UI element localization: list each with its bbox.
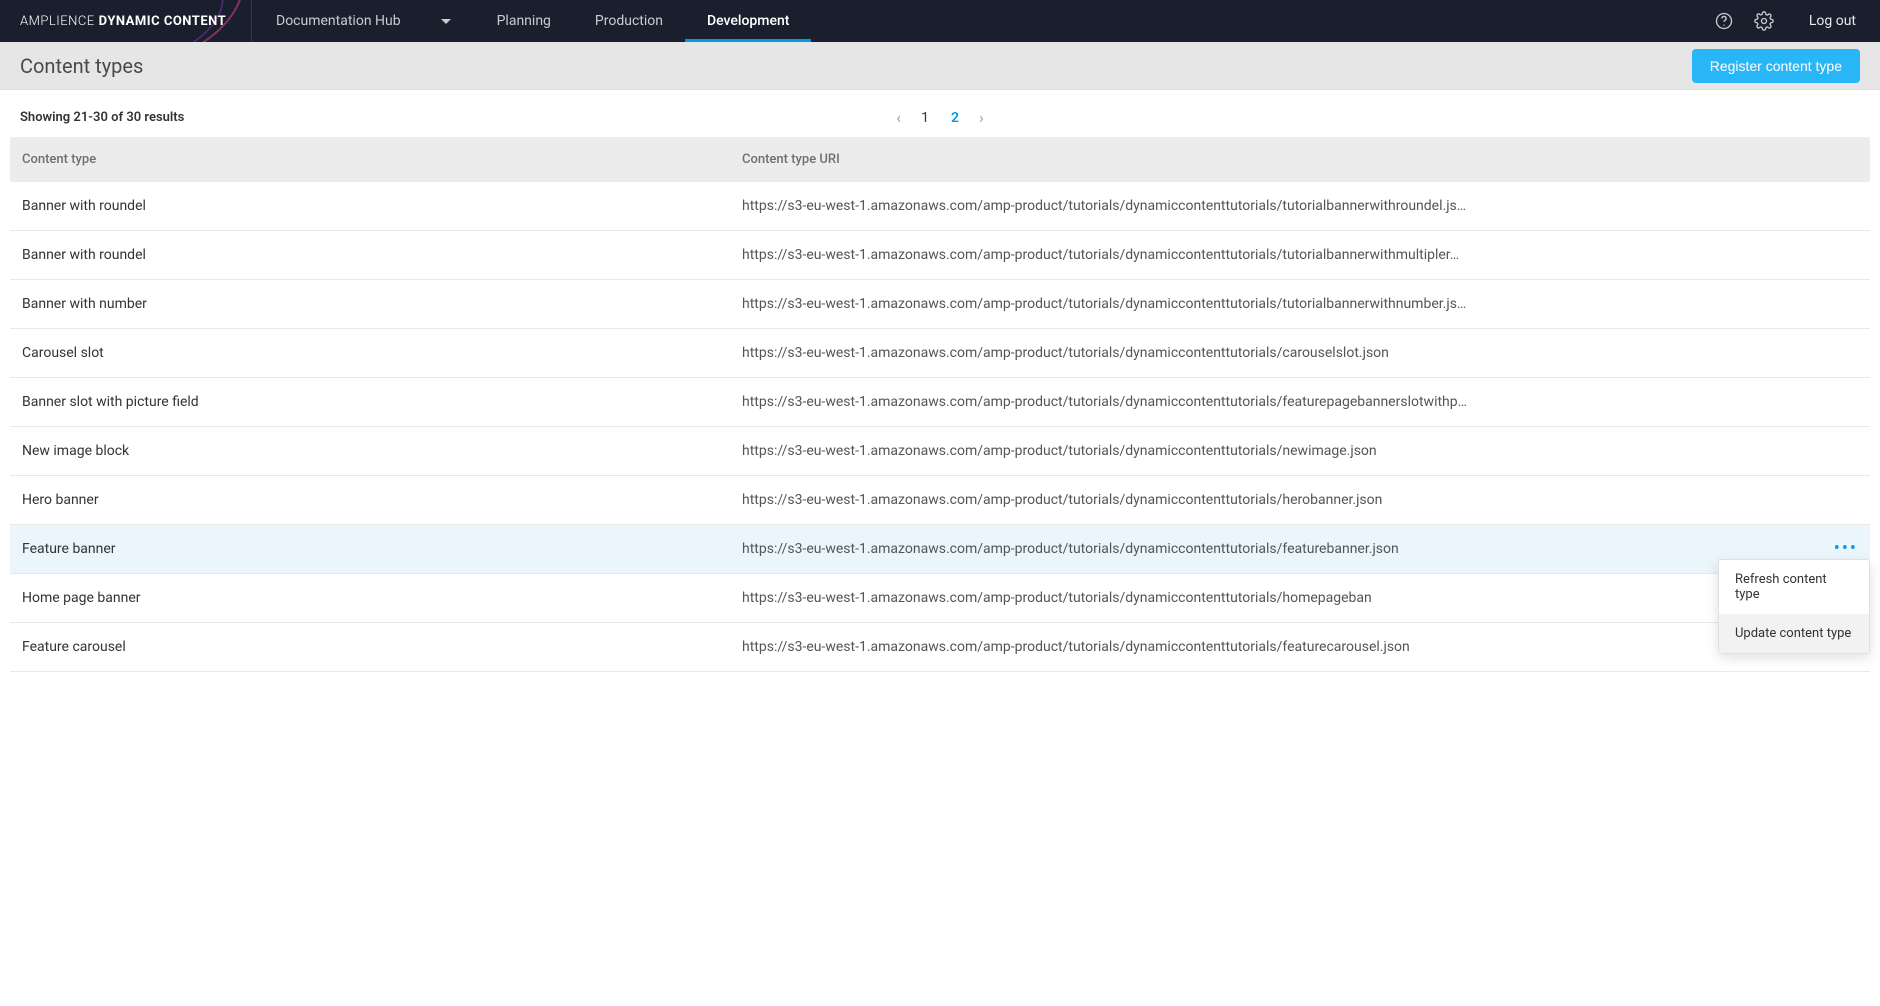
nav-tab-label: Development [707,13,789,29]
row-uri: https://s3-eu-west-1.amazonaws.com/amp-p… [742,639,1818,655]
table-row[interactable]: Banner with roundelhttps://s3-eu-west-1.… [10,182,1870,231]
nav-tab-label: Planning [497,13,551,29]
nav-tab-production[interactable]: Production [573,0,685,42]
row-name: Banner with number [22,296,742,312]
table-header-actions [1818,152,1858,167]
table-row[interactable]: Banner with numberhttps://s3-eu-west-1.a… [10,280,1870,329]
row-name: Carousel slot [22,345,742,361]
table-header-name: Content type [22,152,742,167]
table-row[interactable]: Home page bannerhttps://s3-eu-west-1.ama… [10,574,1870,623]
table-row[interactable]: Carousel slothttps://s3-eu-west-1.amazon… [10,329,1870,378]
table-row[interactable]: Feature carouselhttps://s3-eu-west-1.ama… [10,623,1870,672]
top-bar: AMPLIENCE DYNAMIC CONTENT Documentation … [0,0,1880,42]
table-row[interactable]: Hero bannerhttps://s3-eu-west-1.amazonaw… [10,476,1870,525]
nav-tab-planning[interactable]: Planning [475,0,573,42]
row-name: Home page banner [22,590,742,606]
pager-prev-icon[interactable]: ‹ [896,108,901,127]
nav-tabs: Planning Production Development [475,0,812,42]
table-row[interactable]: New image blockhttps://s3-eu-west-1.amaz… [10,427,1870,476]
pager-next-icon[interactable]: › [979,108,984,127]
row-actions: ••• [1818,540,1858,558]
row-uri: https://s3-eu-west-1.amazonaws.com/amp-p… [742,345,1818,361]
page-title: Content types [20,54,143,78]
more-actions-icon[interactable]: ••• [1834,540,1858,558]
logout-link[interactable]: Log out [1793,13,1856,29]
table-row[interactable]: Banner with roundelhttps://s3-eu-west-1.… [10,231,1870,280]
register-content-type-button[interactable]: Register content type [1692,49,1860,83]
row-name: Hero banner [22,492,742,508]
hub-selector[interactable]: Documentation Hub [252,0,475,42]
context-menu-item-refresh-content-type[interactable]: Refresh content type [1719,560,1869,614]
row-name: New image block [22,443,742,459]
row-name: Banner with roundel [22,247,742,263]
row-name: Feature banner [22,541,742,557]
row-uri: https://s3-eu-west-1.amazonaws.com/amp-p… [742,247,1818,263]
row-uri: https://s3-eu-west-1.amazonaws.com/amp-p… [742,394,1818,410]
sub-header: Content types Register content type [0,42,1880,90]
row-uri: https://s3-eu-west-1.amazonaws.com/amp-p… [742,296,1818,312]
list-meta: Showing 21-30 of 30 results ‹ 12 › [10,96,1870,137]
row-uri: https://s3-eu-west-1.amazonaws.com/amp-p… [742,541,1818,557]
pager: ‹ 12 › [896,108,984,127]
pager-page-2[interactable]: 2 [947,110,963,126]
nav-tab-development[interactable]: Development [685,0,811,42]
table-row[interactable]: Feature bannerhttps://s3-eu-west-1.amazo… [10,525,1870,574]
row-uri: https://s3-eu-west-1.amazonaws.com/amp-p… [742,198,1818,214]
table-header-row: Content type Content type URI [10,137,1870,182]
content-types-table: Content type Content type URI Banner wit… [10,137,1870,672]
nav-tab-label: Production [595,13,663,29]
brand-light: AMPLIENCE [20,14,95,29]
results-count: Showing 21-30 of 30 results [20,110,184,125]
topbar-right: Log out [1713,10,1880,32]
brand-bold: DYNAMIC CONTENT [99,14,227,29]
pager-page-1[interactable]: 1 [917,110,933,126]
row-uri: https://s3-eu-west-1.amazonaws.com/amp-p… [742,492,1818,508]
gear-icon[interactable] [1753,10,1775,32]
help-icon[interactable] [1713,10,1735,32]
brand-logo[interactable]: AMPLIENCE DYNAMIC CONTENT [0,0,252,42]
row-uri: https://s3-eu-west-1.amazonaws.com/amp-p… [742,590,1818,606]
row-context-menu: Refresh content typeUpdate content type [1718,559,1870,654]
caret-down-icon [441,19,451,24]
table-row[interactable]: Banner slot with picture fieldhttps://s3… [10,378,1870,427]
row-name: Banner with roundel [22,198,742,214]
hub-selector-label: Documentation Hub [276,13,401,29]
row-name: Feature carousel [22,639,742,655]
table-header-uri: Content type URI [742,152,1818,167]
row-uri: https://s3-eu-west-1.amazonaws.com/amp-p… [742,443,1818,459]
context-menu-item-update-content-type[interactable]: Update content type [1719,614,1869,653]
row-name: Banner slot with picture field [22,394,742,410]
content-area: Showing 21-30 of 30 results ‹ 12 › Conte… [0,90,1880,678]
